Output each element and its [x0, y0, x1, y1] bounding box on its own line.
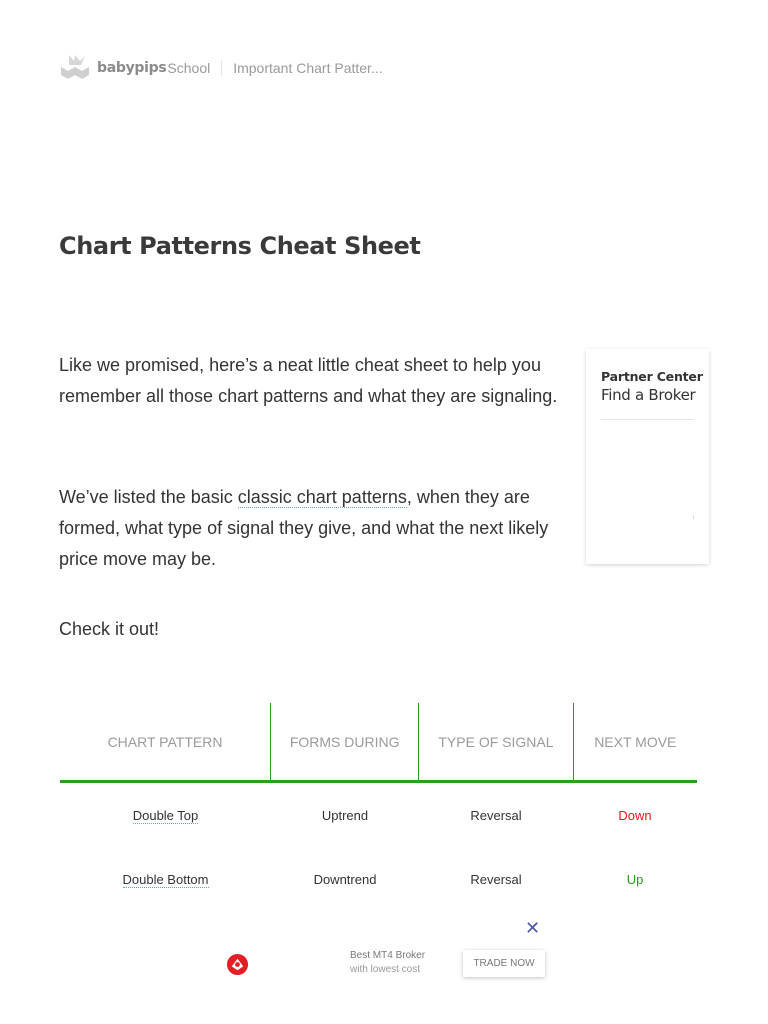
trade-now-button[interactable]: TRADE NOW	[463, 950, 545, 977]
intro-paragraph: Like we promised, here’s a neat little c…	[59, 355, 558, 406]
partner-center-title[interactable]: Partner Center	[601, 369, 703, 384]
header-type-of-signal: TYPE OF SIGNAL	[418, 703, 572, 780]
breadcrumb[interactable]: Important Chart Patter...	[233, 60, 382, 76]
signal-cell: Reversal	[470, 807, 522, 823]
partner-scroll-marker	[693, 515, 694, 519]
logo-text[interactable]: babypips	[97, 60, 167, 76]
babypips-logo-icon[interactable]	[59, 53, 91, 83]
cheat-sheet-table: CHART PATTERN FORMS DURING TYPE OF SIGNA…	[60, 703, 697, 911]
description-paragraph: We’ve listed the basic classic chart pat…	[59, 482, 569, 575]
breadcrumb-divider	[221, 60, 223, 76]
broker-logo-icon[interactable]	[226, 953, 249, 976]
table-header-row: CHART PATTERN FORMS DURING TYPE OF SIGNA…	[60, 703, 697, 783]
partner-divider	[601, 419, 694, 420]
forms-cell: Uptrend	[321, 807, 369, 823]
description-text-start: We’ve listed the basic	[59, 487, 238, 507]
pattern-link[interactable]: Double Bottom	[122, 871, 209, 888]
ad-title[interactable]: Best MT4 Broker	[350, 950, 425, 961]
table-row: Double Bottom Downtrend Reversal Up	[60, 847, 697, 911]
pattern-cell[interactable]: Double Bottom	[60, 871, 271, 888]
forms-cell: Downtrend	[313, 871, 377, 887]
site-header: babypips School Important Chart Patter..…	[59, 52, 383, 84]
ad-subtitle: with lowest cost	[350, 964, 421, 975]
header-chart-pattern: CHART PATTERN	[107, 733, 223, 750]
table-row: Double Top Uptrend Reversal Down	[60, 783, 697, 847]
partner-center-card: Partner Center Find a Broker	[586, 349, 709, 564]
move-cell: Up	[626, 871, 644, 887]
pattern-link[interactable]: Double Top	[132, 807, 199, 824]
classic-chart-patterns-link[interactable]: classic chart patterns	[237, 487, 407, 508]
logo-school[interactable]: School	[167, 60, 210, 76]
signal-cell: Reversal	[470, 871, 522, 887]
close-icon[interactable]: ✕	[525, 918, 540, 939]
page-title: Chart Patterns Cheat Sheet	[59, 232, 421, 260]
pattern-cell[interactable]: Double Top	[60, 807, 271, 824]
header-next-move: NEXT MOVE	[572, 703, 697, 780]
find-a-broker-link[interactable]: Find a Broker	[601, 386, 696, 404]
check-it-out-text: Check it out!	[59, 619, 160, 639]
move-cell: Down	[618, 807, 652, 823]
header-forms-during: FORMS DURING	[270, 703, 418, 780]
